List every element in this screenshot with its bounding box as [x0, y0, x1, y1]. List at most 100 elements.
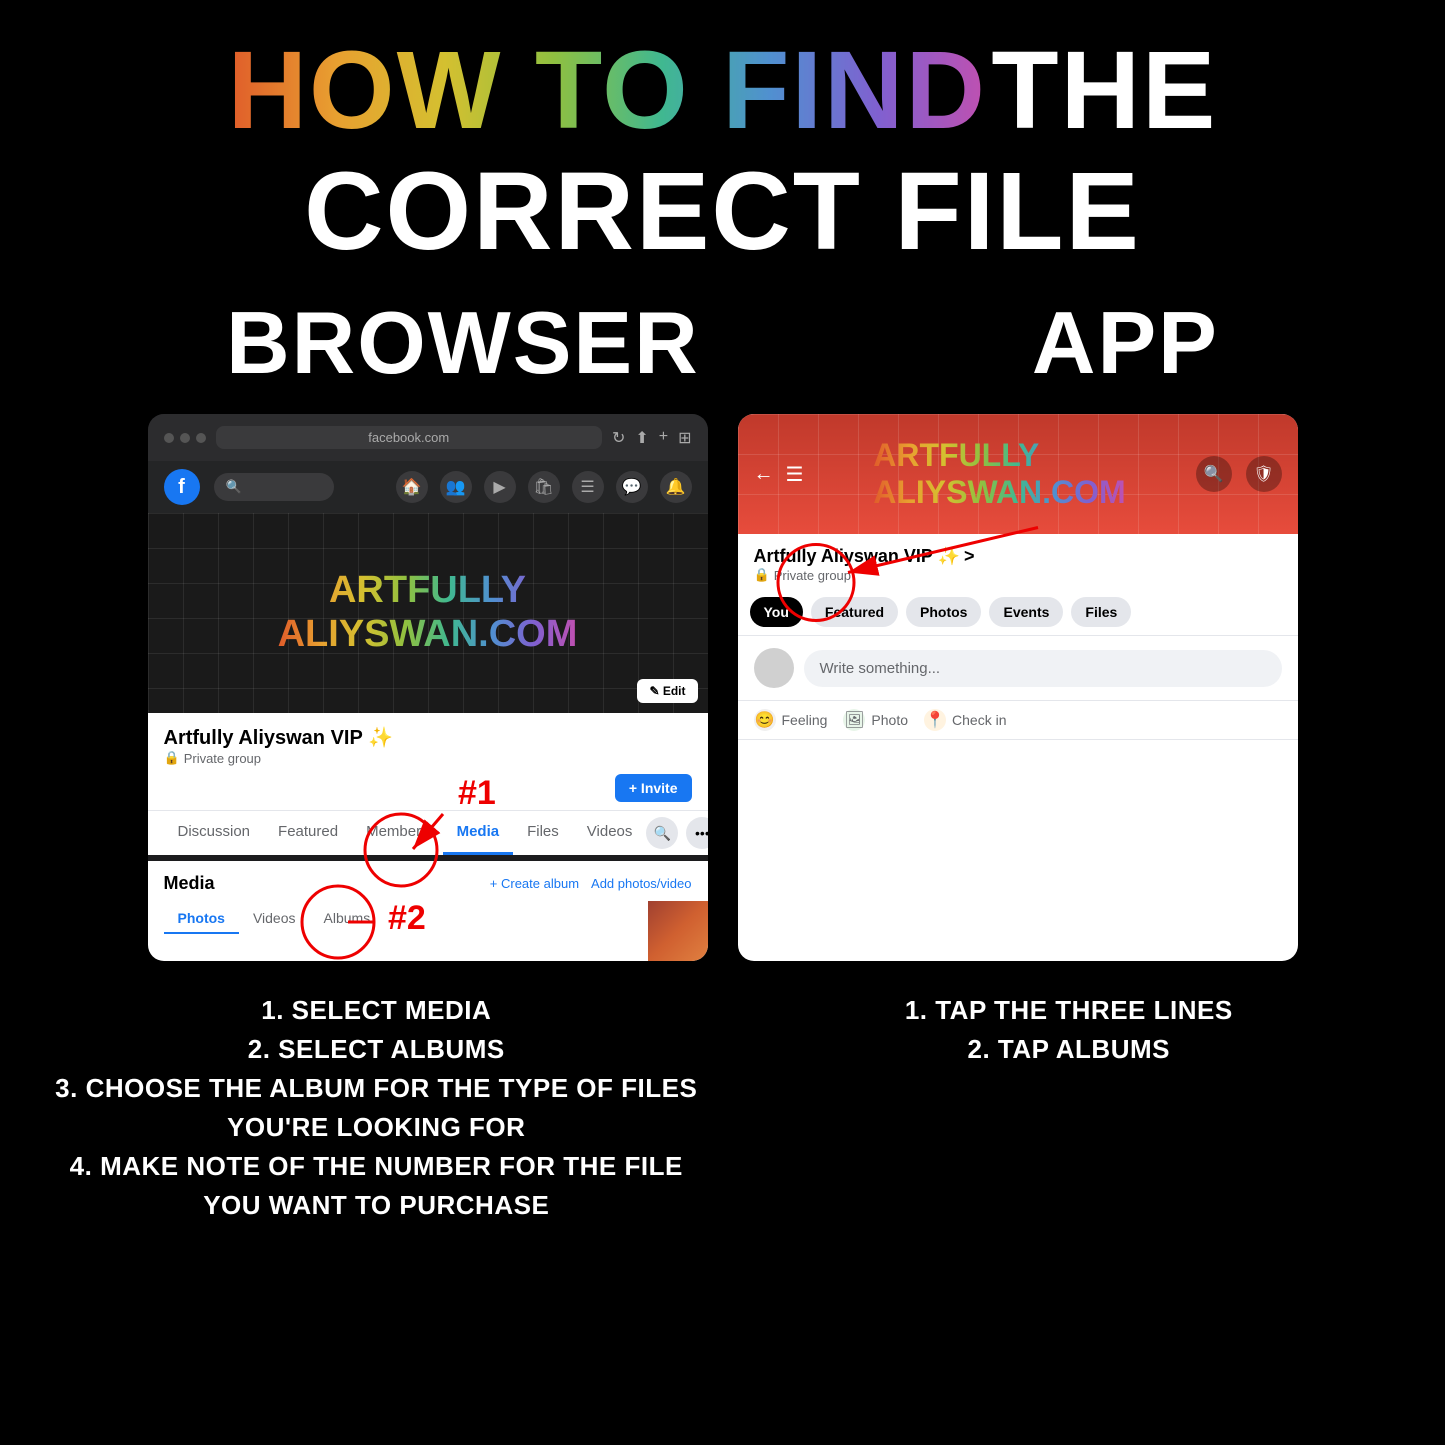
- edit-button[interactable]: ✎ Edit: [637, 679, 697, 703]
- panels-container: facebook.com ↻ ⬆ + ⊞ f 🔍 🏠 👥 ▶ 🛍 ☰ 💬 🔔: [0, 414, 1445, 961]
- browser-dots: [164, 433, 206, 443]
- checkin-action[interactable]: 📍 Check in: [924, 709, 1006, 731]
- fb-nav-icons: 🏠 👥 ▶ 🛍 ☰ 💬 🔔: [396, 471, 692, 503]
- fb-browser-header: f 🔍 🏠 👥 ▶ 🛍 ☰ 💬 🔔: [148, 461, 708, 513]
- user-avatar: [754, 648, 794, 688]
- media-thumbnail: [648, 901, 708, 961]
- more-tab-icon[interactable]: •••: [686, 817, 707, 849]
- sub-tab-albums[interactable]: Albums: [310, 904, 385, 934]
- app-cover: ← ☰ ARTFULLY ALIYSWAN.COM 🔍 🛡: [738, 414, 1298, 534]
- tab-media[interactable]: Media: [443, 811, 514, 855]
- fb-search-box[interactable]: 🔍: [214, 473, 334, 501]
- dot-1: [164, 433, 174, 443]
- dot-3: [196, 433, 206, 443]
- browser-panel: facebook.com ↻ ⬆ + ⊞ f 🔍 🏠 👥 ▶ 🛍 ☰ 💬 🔔: [148, 414, 708, 961]
- chevron-icon: >: [964, 546, 975, 567]
- search-tab-icon[interactable]: 🔍: [646, 817, 678, 849]
- browser-media-section: Media + Create album Add photos/video Ph…: [148, 861, 708, 961]
- media-sub-tabs: Photos Videos Albums: [164, 904, 692, 934]
- browser-icons: ↻ ⬆ + ⊞: [612, 428, 692, 448]
- browser-instruction-1: 1. SELECT MEDIA: [50, 991, 703, 1030]
- browser-bar: facebook.com ↻ ⬆ + ⊞: [148, 414, 708, 461]
- app-tab-events[interactable]: Events: [989, 597, 1063, 627]
- browser-group-actions: + Invite: [164, 774, 692, 802]
- browser-url: facebook.com: [216, 426, 602, 449]
- sub-tab-videos[interactable]: Videos: [239, 904, 310, 934]
- app-instruction-1: 1. TAP THE THREE LINES: [743, 991, 1396, 1030]
- app-search-icon[interactable]: 🔍: [1196, 456, 1232, 492]
- write-area: Write something...: [738, 636, 1298, 701]
- feeling-label: Feeling: [782, 712, 828, 728]
- app-tab-featured[interactable]: Featured: [811, 597, 898, 627]
- app-back-button[interactable]: ←: [754, 463, 774, 486]
- dot-2: [180, 433, 190, 443]
- checkin-icon: 📍: [924, 709, 946, 731]
- app-instruction-2: 2. TAP ALBUMS: [743, 1030, 1396, 1069]
- media-header: Media + Create album Add photos/video: [164, 873, 692, 894]
- tab-featured[interactable]: Featured: [264, 811, 352, 855]
- browser-instructions: 1. SELECT MEDIA 2. SELECT ALBUMS 3. CHOO…: [50, 991, 703, 1225]
- browser-instruction-3: 3. CHOOSE THE ALBUM FOR THE TYPE OF FILE…: [50, 1069, 703, 1147]
- title-gradient: HOW TO FIND: [228, 29, 987, 152]
- section-labels: BROWSER APP: [0, 282, 1445, 414]
- watch-icon[interactable]: ▶: [484, 471, 516, 503]
- refresh-icon[interactable]: ↻: [612, 428, 625, 448]
- menu-icon[interactable]: ☰: [572, 471, 604, 503]
- browser-group-info: Artfully Aliyswan VIP ✨ 🔒 Private group …: [148, 713, 708, 810]
- grid-icon[interactable]: ⊞: [678, 428, 691, 448]
- app-header-icons: 🔍 🛡: [1196, 456, 1282, 492]
- app-group-name: Artfully Aliyswan VIP ✨ >: [754, 546, 1282, 567]
- browser-instruction-2: 2. SELECT ALBUMS: [50, 1030, 703, 1069]
- write-input[interactable]: Write something...: [804, 650, 1282, 687]
- messenger-icon[interactable]: 💬: [616, 471, 648, 503]
- photo-icon: 🖼: [843, 709, 865, 731]
- tab-discussion[interactable]: Discussion: [164, 811, 265, 855]
- photo-label: Photo: [871, 712, 908, 728]
- feeling-icon: 😊: [754, 709, 776, 731]
- invite-button[interactable]: + Invite: [615, 774, 692, 802]
- app-tab-files[interactable]: Files: [1071, 597, 1131, 627]
- tab-files[interactable]: Files: [513, 811, 573, 855]
- lock-icon-app: 🔒: [754, 567, 770, 583]
- browser-label: BROWSER: [226, 292, 700, 394]
- browser-nav-tabs: Discussion Featured Members Media Files …: [148, 810, 708, 855]
- cover-title: ARTFULLY ALIYSWAN.COM: [278, 569, 578, 656]
- media-actions: + Create album Add photos/video: [490, 876, 692, 891]
- checkin-label: Check in: [952, 712, 1006, 728]
- app-panel: ← ☰ ARTFULLY ALIYSWAN.COM 🔍 🛡 Artfully A…: [738, 414, 1298, 961]
- app-menu-button[interactable]: ☰: [786, 462, 804, 487]
- app-label: APP: [1032, 292, 1219, 394]
- sub-tab-photos[interactable]: Photos: [164, 904, 239, 934]
- create-album-btn[interactable]: + Create album: [490, 876, 579, 891]
- tab-videos[interactable]: Videos: [573, 811, 647, 855]
- app-shield-icon[interactable]: 🛡: [1246, 456, 1282, 492]
- bell-icon[interactable]: 🔔: [660, 471, 692, 503]
- browser-cover-image: ARTFULLY ALIYSWAN.COM ✎ Edit: [148, 513, 708, 713]
- browser-group-name: Artfully Aliyswan VIP ✨: [164, 725, 692, 750]
- photo-action[interactable]: 🖼 Photo: [843, 709, 908, 731]
- add-photos-btn[interactable]: Add photos/video: [591, 876, 691, 891]
- main-title: HOW TO FIND THE CORRECT FILE: [0, 0, 1445, 282]
- marketplace-icon[interactable]: 🛍: [528, 471, 560, 503]
- tab-members[interactable]: Members: [352, 811, 443, 855]
- app-instructions: 1. TAP THE THREE LINES 2. TAP ALBUMS: [743, 991, 1396, 1225]
- share-icon[interactable]: ⬆: [635, 428, 648, 448]
- app-tabs: You Featured Photos Events Files: [738, 589, 1298, 636]
- people-icon[interactable]: 👥: [440, 471, 472, 503]
- browser-group-type: 🔒 Private group: [164, 750, 692, 766]
- browser-instruction-4: 4. MAKE NOTE OF THE NUMBER FOR THE FILE …: [50, 1147, 703, 1225]
- app-group-type: 🔒 Private group: [754, 567, 1282, 583]
- fb-logo: f: [164, 469, 200, 505]
- app-cover-title: ARTFULLY ALIYSWAN.COM: [873, 437, 1125, 511]
- instructions: 1. SELECT MEDIA 2. SELECT ALBUMS 3. CHOO…: [0, 961, 1445, 1245]
- lock-icon: 🔒: [164, 750, 180, 766]
- app-tab-photos[interactable]: Photos: [906, 597, 981, 627]
- feeling-action[interactable]: 😊 Feeling: [754, 709, 828, 731]
- nav-tab-action-icons: 🔍 •••: [646, 811, 707, 855]
- media-title: Media: [164, 873, 215, 894]
- add-tab-icon[interactable]: +: [659, 428, 668, 448]
- app-group-info: Artfully Aliyswan VIP ✨ > 🔒 Private grou…: [738, 534, 1298, 589]
- home-icon[interactable]: 🏠: [396, 471, 428, 503]
- post-actions: 😊 Feeling 🖼 Photo 📍 Check in: [738, 701, 1298, 740]
- app-tab-you[interactable]: You: [750, 597, 803, 627]
